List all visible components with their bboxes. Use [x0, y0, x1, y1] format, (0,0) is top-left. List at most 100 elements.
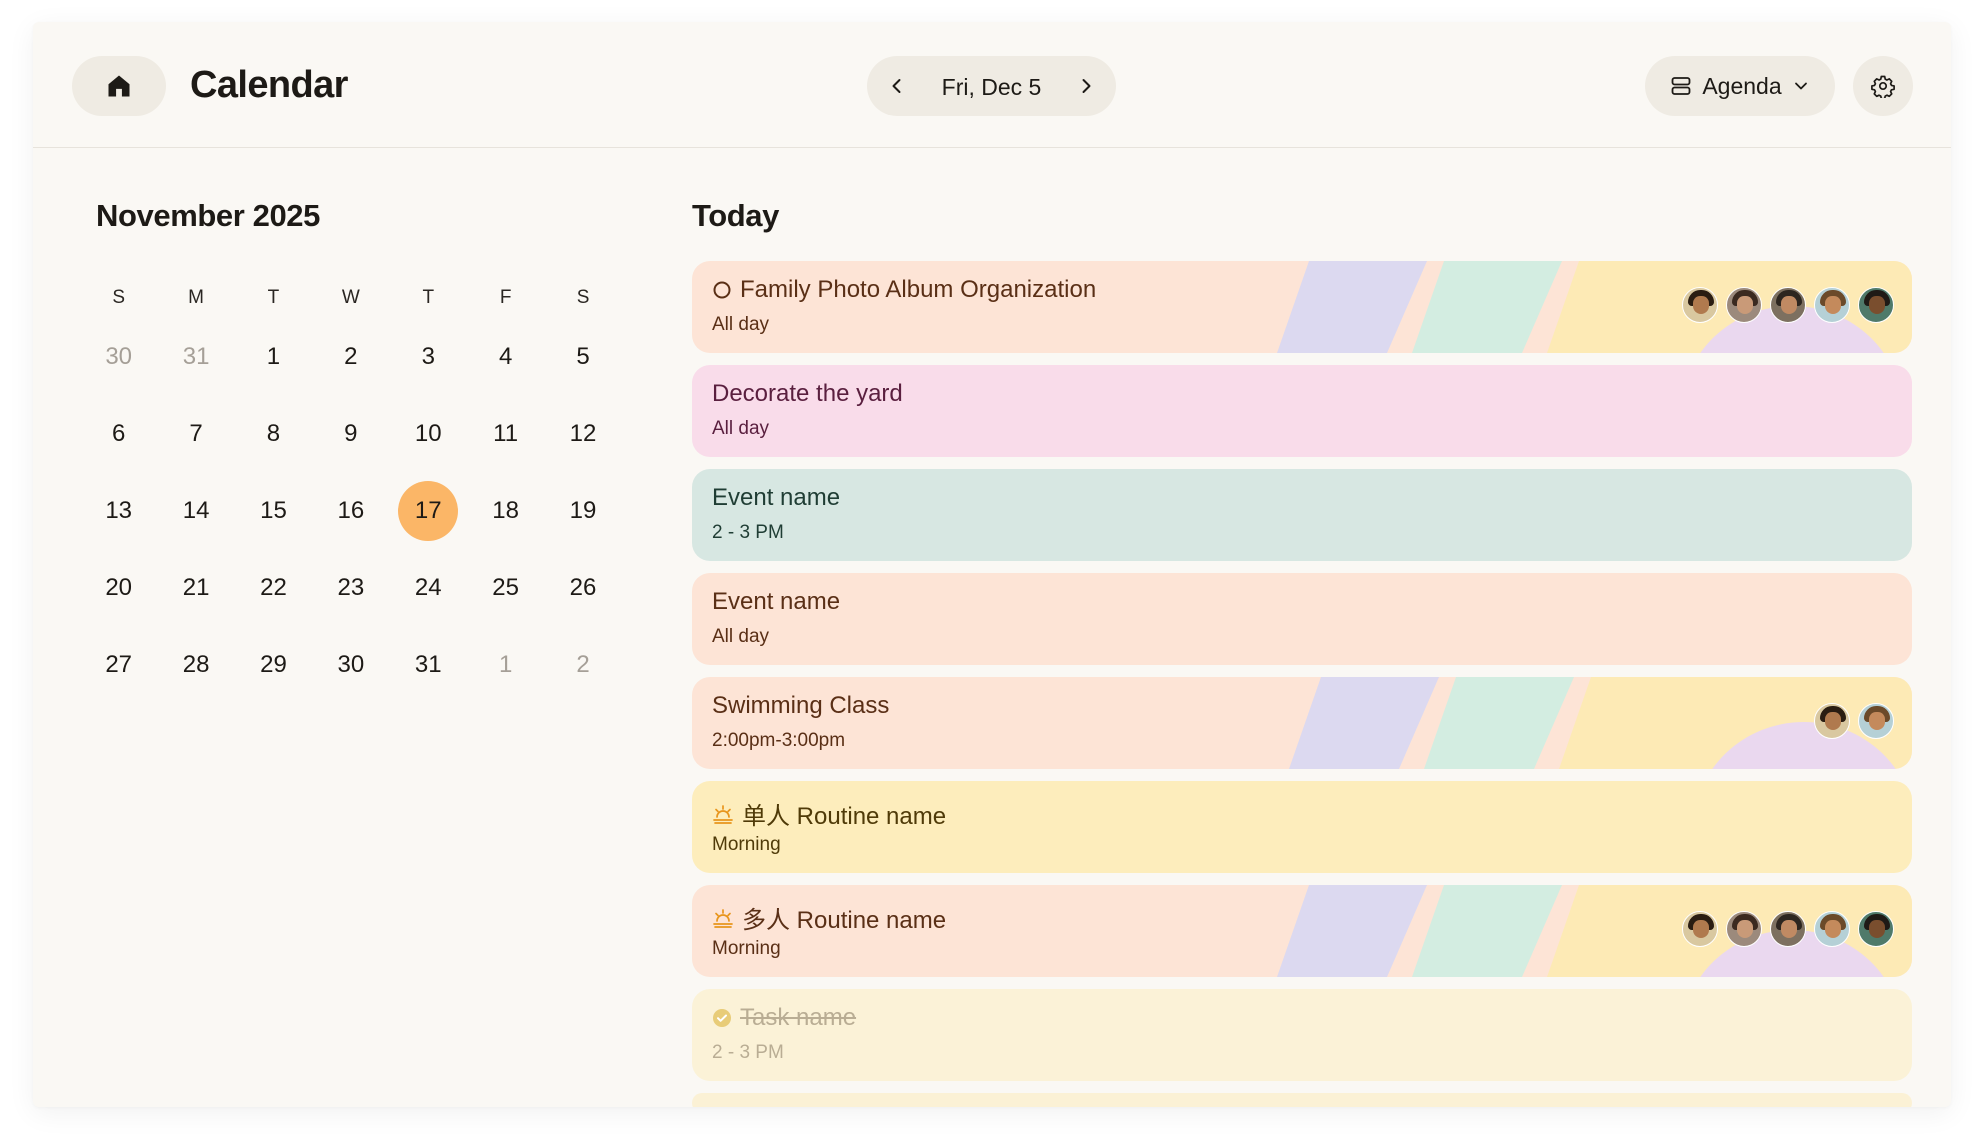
event-title-text: 单人 Routine name — [742, 803, 947, 830]
event-card[interactable]: Decorate the yard All day — [692, 365, 1912, 457]
date-navigator: Fri, Dec 5 — [867, 56, 1116, 116]
current-date-label[interactable]: Fri, Dec 5 — [925, 74, 1058, 101]
avatar[interactable] — [1858, 703, 1894, 739]
calendar-day[interactable]: 2 — [553, 635, 613, 695]
calendar-day[interactable]: 15 — [243, 481, 303, 541]
home-button[interactable] — [72, 56, 166, 116]
calendar-day[interactable]: 22 — [243, 558, 303, 618]
view-selector-button[interactable]: Agenda — [1645, 56, 1835, 116]
calendar-day[interactable]: 3 — [398, 327, 458, 387]
event-card[interactable]: 多人 Routine name Morning — [692, 885, 1912, 977]
calendar-day[interactable]: 18 — [476, 481, 536, 541]
event-title: Event name — [712, 588, 840, 616]
calendar-day[interactable]: 1 — [476, 635, 536, 695]
day-cell: 30 — [80, 318, 157, 395]
avatar[interactable] — [1726, 287, 1762, 323]
calendar-day[interactable]: 4 — [476, 327, 536, 387]
calendar-day[interactable]: 30 — [89, 327, 149, 387]
gear-icon — [1871, 74, 1895, 98]
avatar[interactable] — [1858, 287, 1894, 323]
weekday-label: S — [112, 287, 126, 308]
event-card[interactable]: Event name All day — [692, 573, 1912, 665]
day-cell: 16 — [312, 472, 389, 549]
event-time: 2 - 3 PM — [712, 522, 784, 543]
week-row: 27 28 29 30 31 1 2 — [80, 626, 624, 703]
calendar-day[interactable]: 20 — [89, 558, 149, 618]
calendar-day[interactable]: 9 — [321, 404, 381, 464]
calendar-day[interactable]: 1 — [243, 327, 303, 387]
event-title: Swimming Class — [712, 692, 889, 720]
day-cell: 2 — [544, 626, 621, 703]
event-time: 2:00pm-3:00pm — [712, 730, 846, 751]
avatar[interactable] — [1770, 287, 1806, 323]
task-card-completed[interactable]: Task name 2 - 3 PM — [692, 989, 1912, 1081]
day-cell: 27 — [80, 626, 157, 703]
weekday-label: S — [576, 287, 590, 308]
calendar-day[interactable]: 21 — [166, 558, 226, 618]
event-title: 单人 Routine name — [712, 796, 946, 831]
calendar-day[interactable]: 29 — [243, 635, 303, 695]
calendar-day[interactable]: 8 — [243, 404, 303, 464]
chevron-down-icon — [1792, 77, 1810, 95]
calendar-day[interactable]: 7 — [166, 404, 226, 464]
event-title: 多人 Routine name — [712, 900, 946, 935]
event-time: Morning — [712, 938, 781, 959]
calendar-day[interactable]: 16 — [321, 481, 381, 541]
calendar-day[interactable]: 26 — [553, 558, 613, 618]
calendar-day[interactable]: 14 — [166, 481, 226, 541]
avatar[interactable] — [1814, 287, 1850, 323]
calendar-day[interactable]: 19 — [553, 481, 613, 541]
event-time: Morning — [712, 834, 781, 855]
calendar-day[interactable]: 2 — [321, 327, 381, 387]
avatar[interactable] — [1770, 911, 1806, 947]
avatar[interactable] — [1726, 911, 1762, 947]
calendar-day[interactable]: 28 — [166, 635, 226, 695]
calendar-day[interactable]: 11 — [476, 404, 536, 464]
avatar[interactable] — [1814, 703, 1850, 739]
day-cell: 28 — [157, 626, 234, 703]
event-title: Task name — [712, 1004, 856, 1032]
event-card[interactable]: 单人 Routine name Morning — [692, 781, 1912, 873]
calendar-day[interactable]: 27 — [89, 635, 149, 695]
day-cell: 18 — [467, 472, 544, 549]
calendar-day[interactable]: 24 — [398, 558, 458, 618]
calendar-day[interactable]: 10 — [398, 404, 458, 464]
day-cell: 30 — [312, 626, 389, 703]
avatar[interactable] — [1814, 911, 1850, 947]
calendar-day[interactable]: 30 — [321, 635, 381, 695]
event-card[interactable]: Family Photo Album Organization All day — [692, 261, 1912, 353]
calendar-day[interactable]: 31 — [166, 327, 226, 387]
calendar-day[interactable]: 5 — [553, 327, 613, 387]
day-cell: 31 — [390, 626, 467, 703]
calendar-day[interactable]: 12 — [553, 404, 613, 464]
attendee-avatars — [1682, 287, 1894, 323]
week-row: 6 7 8 9 10 11 12 — [80, 395, 624, 472]
day-cell: 3 — [390, 318, 467, 395]
event-card-partial[interactable] — [692, 1093, 1912, 1107]
calendar-day[interactable]: 13 — [89, 481, 149, 541]
avatar[interactable] — [1858, 911, 1894, 947]
event-card[interactable]: Swimming Class 2:00pm-3:00pm — [692, 677, 1912, 769]
next-day-button[interactable] — [1058, 56, 1114, 116]
chevron-left-icon — [887, 76, 907, 96]
weekday-header: SMTWTFS — [80, 278, 624, 318]
day-cell: 22 — [235, 549, 312, 626]
day-cell: 9 — [312, 395, 389, 472]
rainbow-decoration — [1289, 677, 1912, 769]
event-card[interactable]: Event name 2 - 3 PM — [692, 469, 1912, 561]
circle-outline-icon — [712, 280, 732, 300]
avatar[interactable] — [1682, 911, 1718, 947]
calendar-day[interactable]: 25 — [476, 558, 536, 618]
check-circle-icon[interactable] — [712, 1008, 732, 1028]
day-cell: 14 — [157, 472, 234, 549]
day-cell: 7 — [157, 395, 234, 472]
settings-button[interactable] — [1853, 56, 1913, 116]
selected-day[interactable]: 17 — [398, 480, 459, 541]
calendar-day[interactable]: 23 — [321, 558, 381, 618]
event-title-text: Decorate the yard — [712, 380, 903, 407]
previous-day-button[interactable] — [869, 56, 925, 116]
month-title: November 2025 — [96, 198, 320, 233]
calendar-day[interactable]: 6 — [89, 404, 149, 464]
avatar[interactable] — [1682, 287, 1718, 323]
calendar-day[interactable]: 31 — [398, 635, 458, 695]
